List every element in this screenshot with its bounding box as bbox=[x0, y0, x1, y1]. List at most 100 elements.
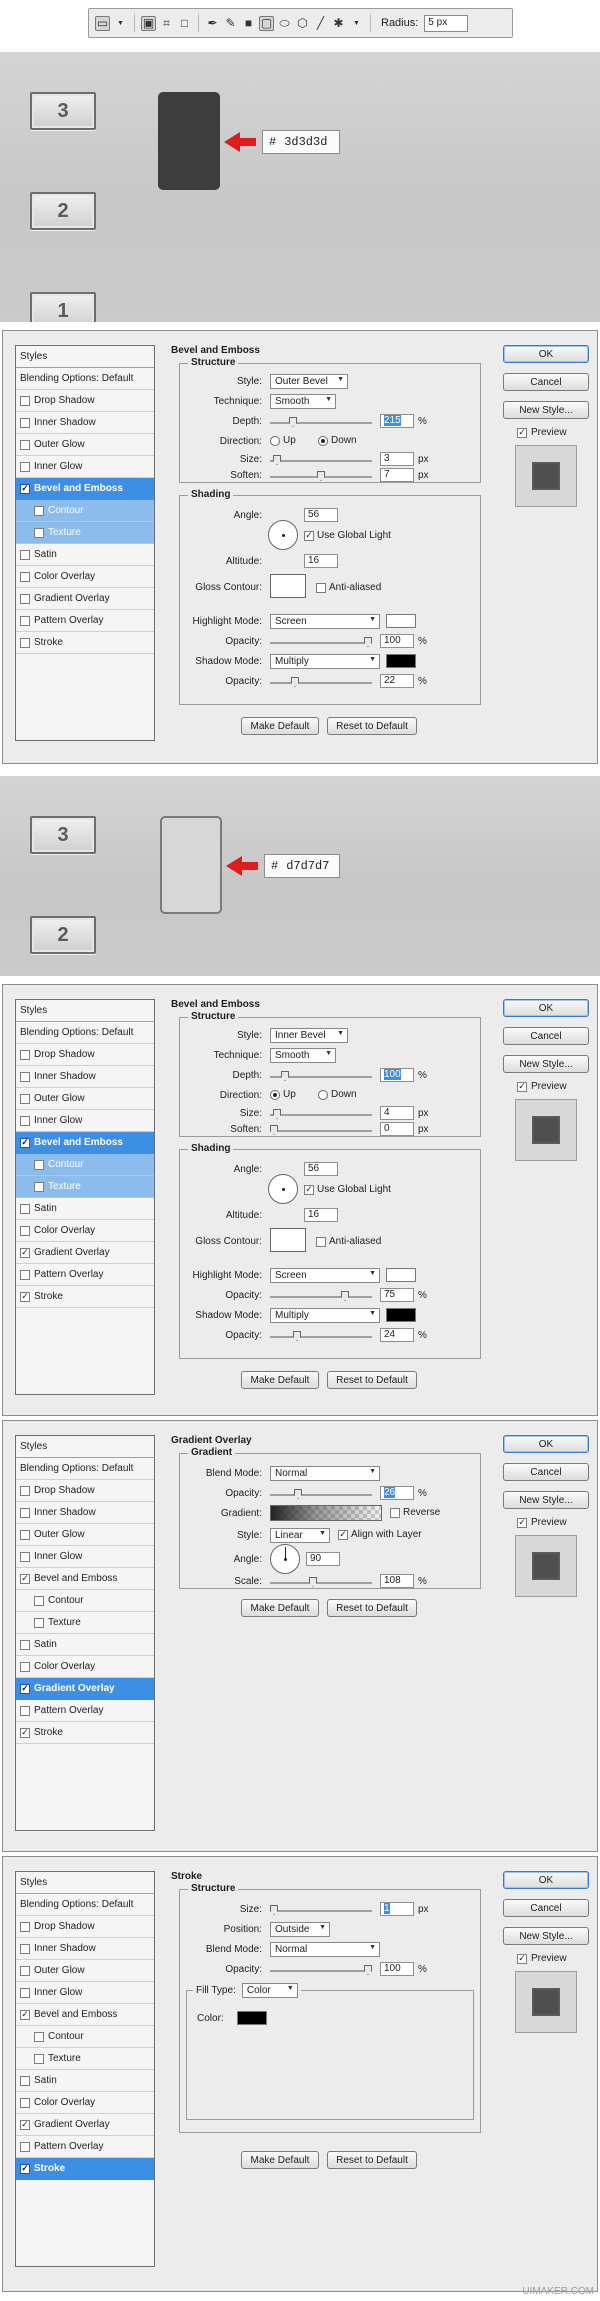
style-checkbox[interactable] bbox=[20, 1987, 30, 1998]
altitude-input[interactable]: 16 bbox=[304, 1208, 338, 1222]
style-item-drop-shadow[interactable]: Drop Shadow bbox=[16, 1480, 154, 1502]
highlight-mode-select[interactable]: Screen bbox=[270, 1268, 380, 1283]
shadow-color-swatch[interactable] bbox=[386, 1308, 416, 1322]
highlight-color-swatch[interactable] bbox=[386, 614, 416, 628]
cancel-button[interactable]: Cancel bbox=[503, 1899, 589, 1917]
reset-to-default-button[interactable]: Reset to Default bbox=[327, 1371, 417, 1389]
soften-input[interactable]: 0 bbox=[380, 1122, 414, 1136]
blend-mode-select[interactable]: Normal bbox=[270, 1466, 380, 1481]
style-item-inner-shadow[interactable]: Inner Shadow bbox=[16, 1502, 154, 1524]
pen-icon[interactable]: ✒ bbox=[205, 16, 220, 31]
preview-toggle[interactable]: ✓ Preview bbox=[517, 1081, 567, 1092]
shadow-mode-select[interactable]: Multiply bbox=[270, 654, 380, 669]
style-checkbox[interactable] bbox=[20, 1115, 30, 1126]
highlight-mode-select[interactable]: Screen bbox=[270, 614, 380, 629]
altitude-input[interactable]: 16 bbox=[304, 554, 338, 568]
rectangle-icon[interactable]: ▭ bbox=[95, 15, 110, 31]
style-checkbox[interactable]: ✓ bbox=[20, 1291, 30, 1302]
style-checkbox[interactable] bbox=[20, 1269, 30, 1280]
highlight-opacity-input[interactable]: 75 bbox=[380, 1288, 414, 1302]
ok-button[interactable]: OK bbox=[503, 999, 589, 1017]
freeform-pen-icon[interactable]: ✎ bbox=[223, 16, 238, 31]
style-checkbox[interactable] bbox=[20, 461, 30, 472]
shape-layers-icon[interactable]: ▣ bbox=[141, 15, 156, 31]
use-global-light-option[interactable]: ✓ Use Global Light bbox=[304, 530, 391, 541]
style-item-gradient-overlay[interactable]: ✓ Gradient Overlay bbox=[16, 1242, 154, 1264]
new-style-button[interactable]: New Style... bbox=[503, 401, 589, 419]
custom-shape-icon[interactable]: ✱ bbox=[331, 16, 346, 31]
new-style-button[interactable]: New Style... bbox=[503, 1491, 589, 1509]
reverse-option[interactable]: Reverse bbox=[390, 1507, 440, 1518]
scale-slider[interactable] bbox=[270, 1577, 372, 1587]
style-item-satin[interactable]: Satin bbox=[16, 544, 154, 566]
styles-header[interactable]: Styles bbox=[16, 1000, 154, 1022]
direction-down-radio[interactable] bbox=[318, 435, 328, 446]
style-item-pattern-overlay[interactable]: Pattern Overlay bbox=[16, 2136, 154, 2158]
ok-button[interactable]: OK bbox=[503, 345, 589, 363]
highlight-opacity-input[interactable]: 100 bbox=[380, 634, 414, 648]
style-checkbox[interactable] bbox=[20, 1705, 30, 1716]
shadow-opacity-slider-thumb[interactable] bbox=[293, 1331, 301, 1341]
style-item-inner-glow[interactable]: Inner Glow bbox=[16, 1110, 154, 1132]
angle-dial[interactable] bbox=[268, 520, 298, 550]
depth-slider-thumb[interactable] bbox=[281, 1071, 289, 1081]
style-item-outer-glow[interactable]: Outer Glow bbox=[16, 434, 154, 456]
styles-header[interactable]: Styles bbox=[16, 1872, 154, 1894]
gradient-preview[interactable] bbox=[270, 1505, 382, 1521]
opacity-input[interactable]: 26 bbox=[380, 1486, 414, 1500]
preview-checkbox[interactable]: ✓ bbox=[517, 427, 527, 438]
style-item-inner-glow[interactable]: Inner Glow bbox=[16, 1546, 154, 1568]
stroke-size-slider-thumb[interactable] bbox=[270, 1905, 278, 1915]
style-item-inner-shadow[interactable]: Inner Shadow bbox=[16, 1066, 154, 1088]
highlight-opacity-slider-thumb[interactable] bbox=[341, 1291, 349, 1301]
direction-down-option[interactable]: Down bbox=[318, 1089, 357, 1100]
style-checkbox[interactable] bbox=[20, 571, 30, 582]
fill-pixels-icon[interactable]: □ bbox=[177, 16, 192, 31]
style-item-texture[interactable]: Texture bbox=[16, 1176, 154, 1198]
style-checkbox[interactable] bbox=[20, 1921, 30, 1932]
depth-slider[interactable] bbox=[270, 1071, 372, 1081]
style-item-bevel-and-emboss[interactable]: ✓ Bevel and Emboss bbox=[16, 1132, 154, 1154]
style-item-texture[interactable]: Texture bbox=[16, 2048, 154, 2070]
bevel-style-select[interactable]: Outer Bevel bbox=[270, 374, 348, 389]
bevel-style-select[interactable]: Inner Bevel bbox=[270, 1028, 348, 1043]
opacity-slider-thumb[interactable] bbox=[364, 1965, 372, 1975]
soften-slider-thumb[interactable] bbox=[270, 1125, 278, 1135]
stroke-size-slider[interactable] bbox=[270, 1905, 372, 1915]
angle-dial[interactable] bbox=[270, 1544, 300, 1574]
make-default-button[interactable]: Make Default bbox=[241, 1371, 319, 1389]
size-slider[interactable] bbox=[270, 1109, 372, 1119]
style-item-contour[interactable]: Contour bbox=[16, 500, 154, 522]
style-item-color-overlay[interactable]: Color Overlay bbox=[16, 1656, 154, 1678]
style-item-outer-glow[interactable]: Outer Glow bbox=[16, 1960, 154, 1982]
styles-header[interactable]: Styles bbox=[16, 346, 154, 368]
style-checkbox[interactable] bbox=[20, 1093, 30, 1104]
line-icon[interactable]: ╱ bbox=[313, 16, 328, 31]
new-style-button[interactable]: New Style... bbox=[503, 1055, 589, 1073]
opacity-input[interactable]: 100 bbox=[380, 1962, 414, 1976]
reset-to-default-button[interactable]: Reset to Default bbox=[327, 717, 417, 735]
style-item-contour[interactable]: Contour bbox=[16, 2026, 154, 2048]
style-item-gradient-overlay[interactable]: ✓ Gradient Overlay bbox=[16, 1678, 154, 1700]
style-item-color-overlay[interactable]: Color Overlay bbox=[16, 566, 154, 588]
style-checkbox[interactable]: ✓ bbox=[20, 2009, 30, 2020]
angle-input[interactable]: 56 bbox=[304, 1162, 338, 1176]
angle-input[interactable]: 90 bbox=[306, 1552, 340, 1566]
style-checkbox[interactable] bbox=[34, 2031, 44, 2042]
style-checkbox[interactable] bbox=[20, 615, 30, 626]
style-item-texture[interactable]: Texture bbox=[16, 522, 154, 544]
style-checkbox[interactable] bbox=[20, 1551, 30, 1562]
preview-checkbox[interactable]: ✓ bbox=[517, 1081, 527, 1092]
style-checkbox[interactable] bbox=[20, 1639, 30, 1650]
style-checkbox[interactable] bbox=[34, 505, 44, 516]
highlight-opacity-slider[interactable] bbox=[270, 637, 372, 647]
dropdown-icon[interactable]: ▼ bbox=[349, 16, 364, 31]
style-item-stroke[interactable]: ✓ Stroke bbox=[16, 1286, 154, 1308]
soften-slider[interactable] bbox=[270, 471, 372, 481]
style-checkbox[interactable] bbox=[34, 1181, 44, 1192]
style-item-contour[interactable]: Contour bbox=[16, 1154, 154, 1176]
size-input[interactable]: 4 bbox=[380, 1106, 414, 1120]
anti-aliased-checkbox[interactable] bbox=[316, 582, 326, 593]
shadow-opacity-slider-thumb[interactable] bbox=[291, 677, 299, 687]
style-checkbox[interactable] bbox=[34, 2053, 44, 2064]
